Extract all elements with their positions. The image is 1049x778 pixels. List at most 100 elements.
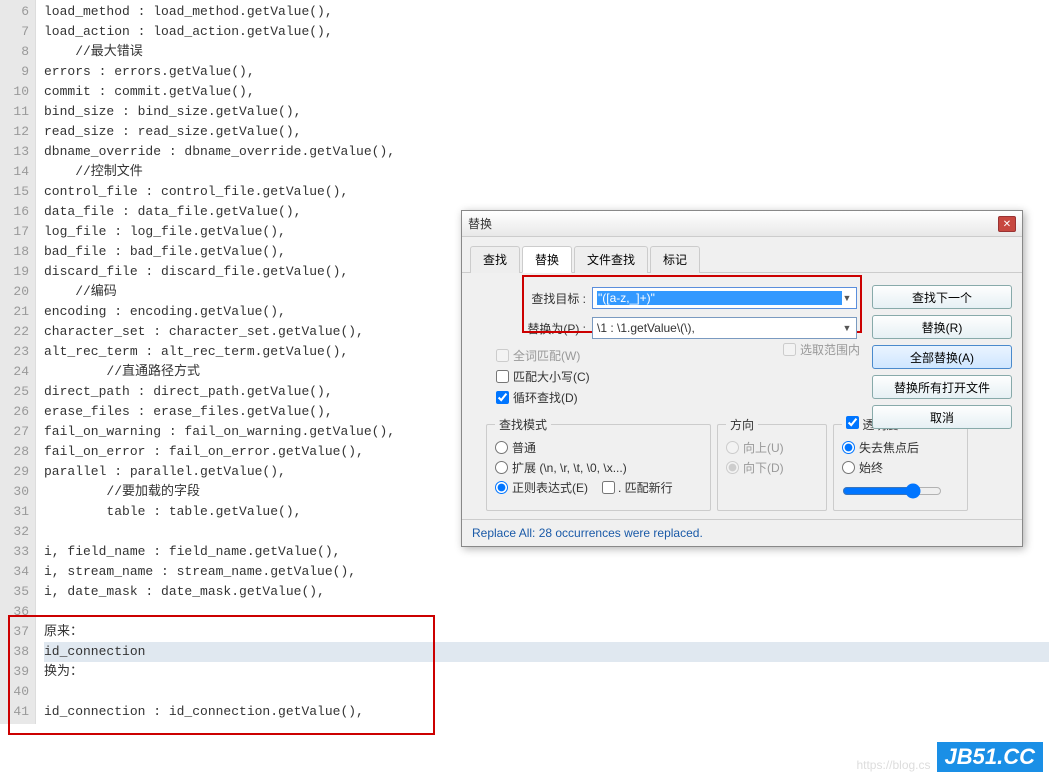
- mode-regex-radio[interactable]: [495, 481, 508, 494]
- replace-all-button[interactable]: 全部替换(A): [872, 345, 1012, 369]
- code-line[interactable]: //控制文件: [44, 162, 1049, 182]
- dir-up-row: 向上(U): [726, 439, 818, 456]
- line-number: 12: [4, 122, 29, 142]
- line-number: 39: [4, 662, 29, 682]
- match-newline-check[interactable]: . 匹配新行: [602, 479, 673, 496]
- code-line[interactable]: load_action : load_action.getValue(),: [44, 22, 1049, 42]
- line-number: 23: [4, 342, 29, 362]
- line-number: 19: [4, 262, 29, 282]
- mode-normal-row[interactable]: 普通: [495, 439, 702, 456]
- chevron-down-icon[interactable]: ▼: [842, 323, 852, 333]
- match-newline-checkbox[interactable]: [602, 481, 615, 494]
- close-icon[interactable]: ✕: [998, 216, 1016, 232]
- line-number: 41: [4, 702, 29, 722]
- dir-up-label: 向上(U): [743, 439, 784, 456]
- line-number: 28: [4, 442, 29, 462]
- tab-find[interactable]: 查找: [470, 246, 520, 273]
- code-line[interactable]: i, stream_name : stream_name.getValue(),: [44, 562, 1049, 582]
- line-number: 11: [4, 102, 29, 122]
- trans-focus-radio[interactable]: [842, 441, 855, 454]
- code-line[interactable]: control_file : control_file.getValue(),: [44, 182, 1049, 202]
- in-selection-checkbox: [783, 343, 796, 356]
- line-number: 27: [4, 422, 29, 442]
- code-line[interactable]: id_connection : id_connection.getValue()…: [44, 702, 1049, 722]
- code-line[interactable]: i, date_mask : date_mask.getValue(),: [44, 582, 1049, 602]
- dir-down-row: 向下(D): [726, 459, 818, 476]
- replace-dialog: 替换 ✕ 查找 替换 文件查找 标记 查找目标 : "([a-z,_]+)" ▼…: [461, 210, 1023, 547]
- wrap-checkbox[interactable]: [496, 391, 509, 404]
- line-number: 6: [4, 2, 29, 22]
- watermark-text: https://blog.cs: [856, 758, 930, 772]
- mode-regex-label: 正则表达式(E): [512, 479, 588, 496]
- chevron-down-icon[interactable]: ▼: [842, 293, 852, 303]
- line-number: 33: [4, 542, 29, 562]
- line-number: 13: [4, 142, 29, 162]
- line-number: 35: [4, 582, 29, 602]
- line-number: 14: [4, 162, 29, 182]
- line-number: 31: [4, 502, 29, 522]
- tab-find-in-files[interactable]: 文件查找: [574, 246, 648, 273]
- line-number: 37: [4, 622, 29, 642]
- match-case-checkbox[interactable]: [496, 370, 509, 383]
- trans-always-radio[interactable]: [842, 461, 855, 474]
- dir-down-radio: [726, 461, 739, 474]
- code-line[interactable]: bind_size : bind_size.getValue(),: [44, 102, 1049, 122]
- direction-legend: 方向: [726, 416, 758, 433]
- search-mode-legend: 查找模式: [495, 416, 551, 433]
- mode-extended-radio[interactable]: [495, 461, 508, 474]
- mode-normal-label: 普通: [512, 439, 536, 456]
- line-number: 9: [4, 62, 29, 82]
- line-number: 34: [4, 562, 29, 582]
- line-number: 29: [4, 462, 29, 482]
- replace-with-input[interactable]: \1 : \1.getValue\(\), ▼: [592, 317, 857, 339]
- tab-replace[interactable]: 替换: [522, 246, 572, 273]
- trans-always-row[interactable]: 始终: [842, 459, 959, 476]
- tab-mark[interactable]: 标记: [650, 246, 700, 273]
- find-what-input[interactable]: "([a-z,_]+)" ▼: [592, 287, 857, 309]
- dir-up-radio: [726, 441, 739, 454]
- find-what-value: "([a-z,_]+)": [597, 291, 842, 305]
- mode-normal-radio[interactable]: [495, 441, 508, 454]
- dialog-titlebar[interactable]: 替换 ✕: [462, 211, 1022, 237]
- mode-regex-row[interactable]: 正则表达式(E) . 匹配新行: [495, 479, 702, 496]
- code-line[interactable]: commit : commit.getValue(),: [44, 82, 1049, 102]
- line-number: 38: [4, 642, 29, 662]
- code-line[interactable]: 原来：: [44, 622, 1049, 642]
- cancel-button[interactable]: 取消: [872, 405, 1012, 429]
- replace-button[interactable]: 替换(R): [872, 315, 1012, 339]
- transparency-checkbox[interactable]: [846, 416, 859, 429]
- direction-group: 方向 向上(U) 向下(D): [717, 416, 827, 511]
- line-number: 17: [4, 222, 29, 242]
- code-line[interactable]: id_connection: [44, 642, 1049, 662]
- mode-extended-label: 扩展 (\n, \r, \t, \0, \x...): [512, 459, 627, 476]
- match-case-label: 匹配大小写(C): [513, 368, 590, 385]
- line-number-gutter: 6789101112131415161718192021222324252627…: [0, 0, 36, 724]
- line-number: 22: [4, 322, 29, 342]
- dialog-buttons: 查找下一个 替换(R) 全部替换(A) 替换所有打开文件 取消: [872, 285, 1012, 429]
- line-number: 32: [4, 522, 29, 542]
- mode-extended-row[interactable]: 扩展 (\n, \r, \t, \0, \x...): [495, 459, 702, 476]
- line-number: 25: [4, 382, 29, 402]
- code-line[interactable]: 换为：: [44, 662, 1049, 682]
- transparency-slider[interactable]: [842, 483, 942, 499]
- replace-in-open-button[interactable]: 替换所有打开文件: [872, 375, 1012, 399]
- replace-with-label: 替换为(P) :: [472, 320, 592, 337]
- whole-word-checkbox: [496, 349, 509, 362]
- code-line[interactable]: load_method : load_method.getValue(),: [44, 2, 1049, 22]
- code-line[interactable]: read_size : read_size.getValue(),: [44, 122, 1049, 142]
- code-line[interactable]: errors : errors.getValue(),: [44, 62, 1049, 82]
- code-line[interactable]: //最大错误: [44, 42, 1049, 62]
- code-line[interactable]: [44, 682, 1049, 702]
- line-number: 15: [4, 182, 29, 202]
- find-next-button[interactable]: 查找下一个: [872, 285, 1012, 309]
- search-mode-group: 查找模式 普通 扩展 (\n, \r, \t, \0, \x...) 正则表达式…: [486, 416, 711, 511]
- code-line[interactable]: [44, 602, 1049, 622]
- trans-focus-label: 失去焦点后: [859, 439, 919, 456]
- line-number: 26: [4, 402, 29, 422]
- dialog-body: 查找目标 : "([a-z,_]+)" ▼ 替换为(P) : \1 : \1.g…: [462, 273, 1022, 519]
- code-line[interactable]: dbname_override : dbname_override.getVal…: [44, 142, 1049, 162]
- trans-focus-row[interactable]: 失去焦点后: [842, 439, 959, 456]
- line-number: 7: [4, 22, 29, 42]
- line-number: 8: [4, 42, 29, 62]
- match-newline-label: . 匹配新行: [618, 479, 673, 496]
